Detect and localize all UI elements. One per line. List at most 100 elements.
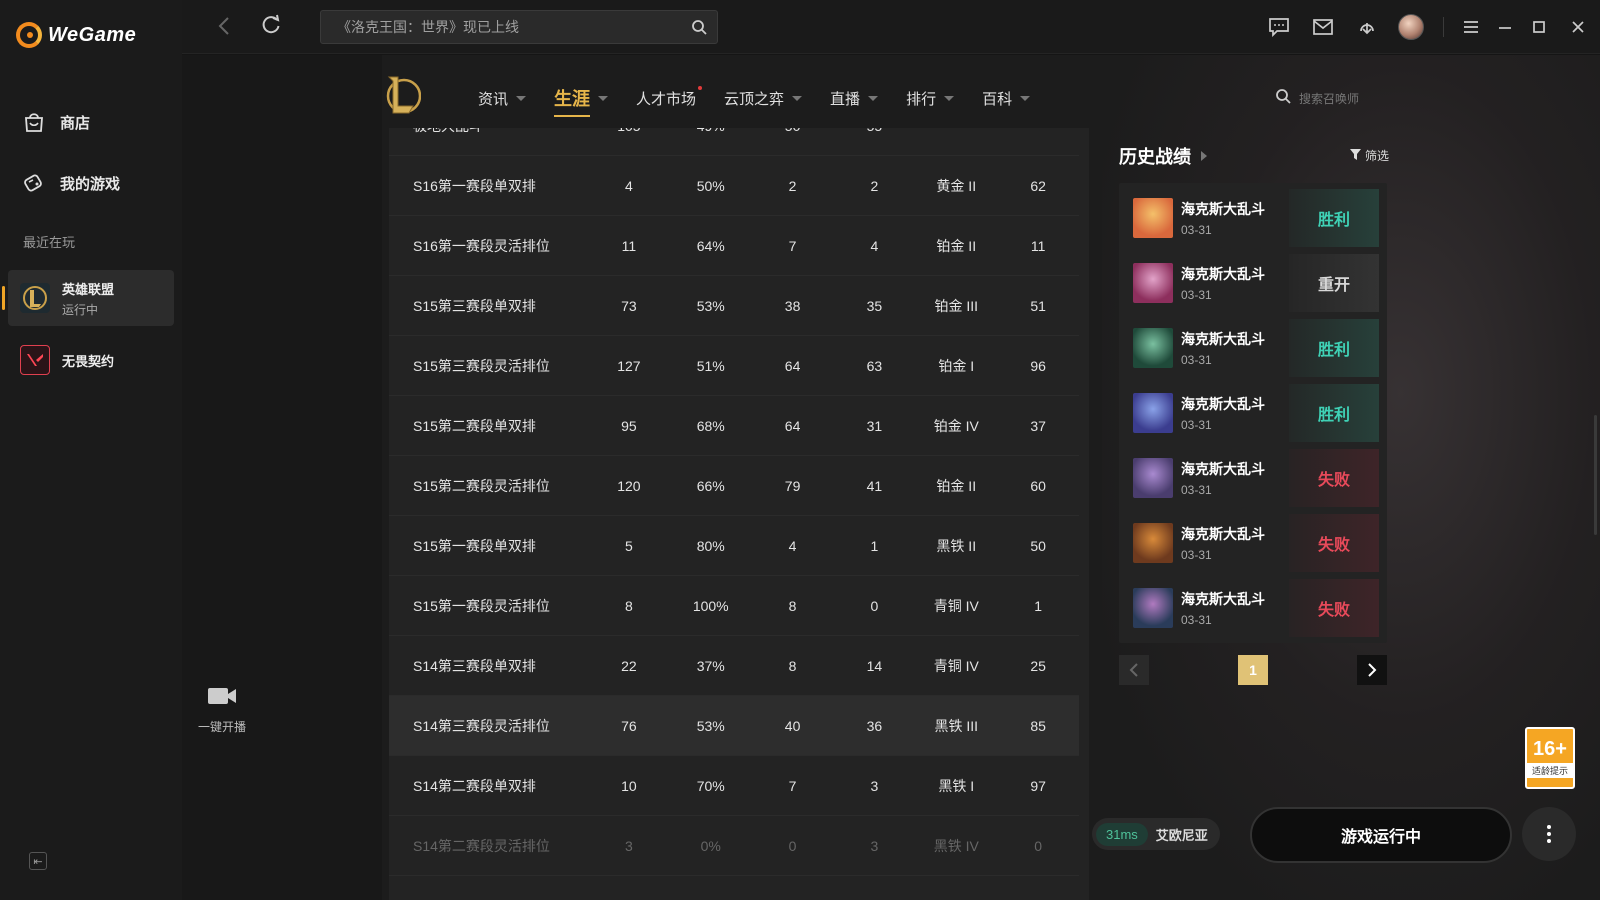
- match-item[interactable]: 海克斯大乱斗 03-31 重开: [1123, 254, 1379, 312]
- wegame-window: WeGame 商店 我的游戏 最近在玩 英雄联盟 运行中 无畏契约 ⇤ 《洛克王…: [0, 0, 1600, 900]
- table-cell: 35: [866, 297, 883, 314]
- match-item[interactable]: 海克斯大乱斗 03-31 胜利: [1123, 189, 1379, 247]
- table-cell: 3: [624, 837, 633, 854]
- match-mode: 海克斯大乱斗: [1181, 396, 1265, 412]
- user-avatar[interactable]: [1389, 14, 1433, 40]
- table-cell: 22: [621, 657, 637, 674]
- prev-page-button[interactable]: [1119, 655, 1149, 685]
- server-status[interactable]: 31ms 艾欧尼亚: [1092, 818, 1220, 850]
- table-cell: 127: [617, 357, 641, 374]
- lol-game-icon: [20, 283, 50, 313]
- table-cell: 53%: [696, 717, 725, 734]
- match-mode: 海克斯大乱斗: [1181, 266, 1265, 282]
- table-row: S15第二赛段灵活排位 120 66% 79 41 铂金 II 60: [389, 456, 1079, 516]
- kebab-menu-icon: [1547, 825, 1551, 843]
- recent-game-valorant[interactable]: 无畏契约: [8, 332, 174, 388]
- table-cell: 60: [1030, 477, 1046, 494]
- recent-played-label: 最近在玩: [23, 235, 76, 250]
- table-cell: 50: [752, 128, 834, 134]
- match-item[interactable]: 海克斯大乱斗 03-31 失败: [1123, 514, 1379, 572]
- history-pagination: 1: [1119, 655, 1387, 685]
- match-item[interactable]: 海克斯大乱斗 03-31 胜利: [1123, 384, 1379, 442]
- match-item[interactable]: 海克斯大乱斗 03-31 胜利: [1123, 319, 1379, 377]
- table-cell: 10: [621, 777, 637, 794]
- match-mode: 海克斯大乱斗: [1181, 591, 1265, 607]
- maximize-icon[interactable]: [1522, 19, 1556, 35]
- global-search-box[interactable]: [320, 10, 718, 44]
- table-cell: 4: [624, 177, 633, 194]
- game-name: 英雄联盟: [62, 281, 115, 297]
- refresh-icon[interactable]: [260, 14, 282, 41]
- match-item[interactable]: 海克斯大乱斗 03-31 失败: [1123, 449, 1379, 507]
- close-icon[interactable]: [1556, 19, 1600, 35]
- current-page[interactable]: 1: [1238, 655, 1268, 685]
- table-row: S14第二赛段单双排 10 70% 7 3 黑铁 I 97: [389, 756, 1079, 816]
- season-name-cell: S15第一赛段灵活排位: [413, 597, 550, 614]
- table-cell: 85: [1030, 717, 1046, 734]
- sidebar-item-shop[interactable]: 商店: [22, 110, 90, 134]
- table-cell: 2: [870, 177, 879, 194]
- table-cell: 8: [624, 597, 633, 614]
- table-cell: 8: [788, 657, 797, 674]
- table-cell: --: [915, 128, 997, 134]
- global-search-input[interactable]: [337, 19, 677, 35]
- table-cell: 120: [617, 477, 641, 494]
- table-row: S15第三赛段灵活排位 127 51% 64 63 铂金 I 96: [389, 336, 1079, 396]
- table-cell: 3: [870, 837, 879, 854]
- collapse-sidebar-icon[interactable]: ⇤: [29, 852, 47, 870]
- table-cell: 黑铁 III: [934, 717, 979, 734]
- table-cell: 95: [621, 417, 637, 434]
- table-cell: 青铜 IV: [933, 657, 979, 674]
- menu-icon[interactable]: [1454, 20, 1488, 34]
- table-row: S14第三赛段灵活排位 76 53% 40 36 黑铁 III 85: [389, 696, 1079, 756]
- table-cell: 68%: [696, 417, 725, 434]
- season-name-cell: S15第三赛段灵活排位: [413, 357, 550, 374]
- sidebar: WeGame 商店 我的游戏 最近在玩 英雄联盟 运行中 无畏契约 ⇤: [0, 0, 182, 900]
- table-row: S14第二赛段灵活排位 3 0% 0 3 黑铁 IV 0: [389, 816, 1079, 876]
- mail-icon[interactable]: [1301, 18, 1345, 36]
- table-cell: 铂金 IV: [933, 417, 979, 434]
- history-header[interactable]: 历史战绩: [1119, 143, 1207, 169]
- download-icon[interactable]: [1345, 17, 1389, 37]
- wegame-logo[interactable]: WeGame: [16, 22, 136, 48]
- table-cell: 37: [1030, 417, 1046, 434]
- match-result: 失败: [1289, 514, 1379, 572]
- season-name-cell: S16第一赛段灵活排位: [413, 237, 550, 254]
- wegame-logo-icon: [16, 22, 42, 48]
- table-cell: 0%: [700, 837, 721, 854]
- table-cell: 64: [784, 357, 801, 374]
- table-cell: 31: [866, 417, 883, 434]
- table-cell: 41: [866, 477, 883, 494]
- back-arrow-icon[interactable]: [218, 16, 230, 42]
- table-cell: 2: [788, 177, 797, 194]
- table-cell: 80%: [696, 537, 725, 554]
- table-cell: 50%: [696, 177, 725, 194]
- age-rating-badge[interactable]: 16+ 适龄提示: [1525, 727, 1575, 789]
- table-cell: 青铜 IV: [933, 597, 979, 614]
- more-options-button[interactable]: [1522, 807, 1576, 861]
- chat-icon[interactable]: [1257, 17, 1301, 37]
- divider: [1443, 17, 1444, 37]
- gamepad-icon: [22, 171, 46, 195]
- age-rating: 16+: [1533, 737, 1567, 760]
- recent-game-lol[interactable]: 英雄联盟 运行中: [2, 270, 174, 326]
- game-status: 运行中: [62, 302, 99, 317]
- table-cell: --: [997, 128, 1079, 134]
- search-icon[interactable]: [691, 19, 707, 40]
- champion-portrait: [1133, 458, 1173, 498]
- sidebar-item-my-games[interactable]: 我的游戏: [22, 171, 120, 195]
- table-cell: 105: [588, 128, 670, 134]
- table-cell: 97: [1030, 777, 1046, 794]
- table-cell: 11: [1030, 237, 1046, 254]
- filter-button[interactable]: 筛选: [1350, 147, 1389, 164]
- next-page-button[interactable]: [1357, 655, 1387, 685]
- game-running-button[interactable]: 游戏运行中: [1250, 807, 1512, 863]
- game-name: 无畏契约: [62, 353, 115, 369]
- minimize-icon[interactable]: [1488, 20, 1522, 34]
- match-date: 03-31: [1181, 353, 1212, 367]
- table-cell: 53%: [696, 297, 725, 314]
- table-cell: 70%: [696, 777, 725, 794]
- champion-portrait: [1133, 198, 1173, 238]
- match-item[interactable]: 海克斯大乱斗 03-31 失败: [1123, 579, 1379, 637]
- table-cell: 76: [621, 717, 637, 734]
